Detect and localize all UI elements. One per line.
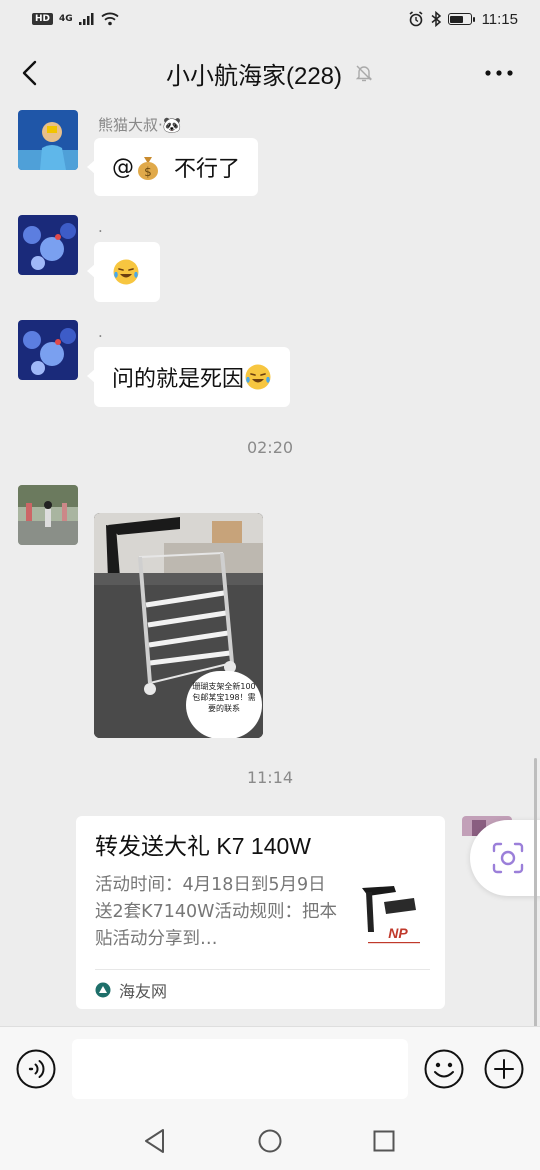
link-source: 海友网 (95, 969, 430, 1009)
nav-home-icon[interactable] (258, 1129, 282, 1153)
mention-at: @ (112, 154, 134, 180)
bluetooth-icon (431, 11, 441, 27)
svg-text:$: $ (144, 165, 152, 179)
avatar-image (18, 320, 78, 380)
network-type: 4G (59, 14, 73, 24)
image-caption: 珊瑚支架全新100包邮某宝198！需要的联系 (186, 671, 262, 738)
sender-name: 熊猫大叔·🐼 (98, 116, 182, 134)
status-left: HD 4G (32, 12, 119, 26)
link-body: 活动时间：4月18日到5月9日送2套K7140W活动规则：把本贴活动分享到… N… (95, 872, 427, 954)
link-thumbnail: NP (352, 880, 424, 952)
avatar-image (18, 485, 78, 545)
signal-icon (78, 13, 94, 25)
wifi-icon (101, 12, 119, 26)
avatar[interactable] (18, 215, 78, 275)
message-text: 问的就是死因 (112, 367, 245, 392)
alarm-icon (409, 11, 423, 27)
avatar-image (18, 215, 78, 275)
time-divider: 11:14 (246, 768, 294, 787)
message-input[interactable] (72, 1039, 408, 1099)
battery-fill (450, 15, 464, 23)
chat-messages[interactable]: 熊猫大叔·🐼 @ $ 不行了 . . 问的就是死因 02:20 珊瑚支架全新10… (0, 108, 540, 1026)
message-bubble[interactable] (87, 242, 160, 302)
time-divider: 02:20 (246, 438, 294, 457)
bell-muted-icon (355, 65, 373, 82)
voice-icon[interactable] (16, 1049, 56, 1089)
link-source-name: 海友网 (119, 981, 168, 1001)
nav-back-icon[interactable] (143, 1128, 167, 1154)
message-bubble[interactable]: 问的就是死因 (86, 347, 291, 407)
link-title: 转发送大礼 K7 140W (95, 833, 311, 859)
avatar[interactable] (18, 320, 78, 380)
link-description: 活动时间：4月18日到5月9日送2套K7140W活动规则：把本贴活动分享到… (95, 875, 337, 949)
nav-recent-apps-icon[interactable] (373, 1130, 395, 1152)
avatar[interactable] (18, 110, 78, 170)
image-message[interactable]: 珊瑚支架全新100包邮某宝198！需要的联系 (94, 513, 263, 738)
scrollbar[interactable] (534, 758, 537, 1026)
scan-lens-icon (492, 842, 524, 874)
message-bubble[interactable]: @ $ 不行了 (86, 138, 259, 196)
status-right: 11:15 (408, 11, 518, 28)
plus-icon[interactable] (484, 1049, 524, 1089)
scan-lens-button[interactable] (470, 820, 540, 896)
avatar-image (18, 110, 78, 170)
avatar[interactable] (18, 485, 78, 545)
crying-laughing-face-icon (245, 364, 271, 390)
message-text: 不行了 (174, 157, 241, 182)
thumbnail-logo-text: NP (388, 925, 408, 941)
input-bar (0, 1026, 540, 1112)
page-title: 小小航海家(228) (165, 62, 343, 90)
chevron-left-icon[interactable] (16, 58, 46, 88)
status-bar: HD 4G 11:15 (0, 0, 540, 38)
site-logo-icon (95, 982, 111, 997)
more-dots-icon[interactable] (484, 64, 514, 82)
battery-icon (447, 13, 475, 25)
hd-badge: HD (32, 13, 54, 25)
link-card[interactable]: 转发送大礼 K7 140W 活动时间：4月18日到5月9日送2套K7140W活动… (76, 816, 445, 1009)
sender-name: . (98, 323, 103, 341)
sender-name: . (98, 218, 103, 236)
chat-header: 小小航海家(228) (0, 38, 540, 108)
crying-laughing-face-icon (113, 259, 139, 285)
system-nav-bar (0, 1112, 540, 1170)
status-time: 11:15 (481, 10, 518, 28)
money-bag-icon: $ (138, 157, 158, 180)
emoji-icon[interactable] (424, 1049, 464, 1089)
